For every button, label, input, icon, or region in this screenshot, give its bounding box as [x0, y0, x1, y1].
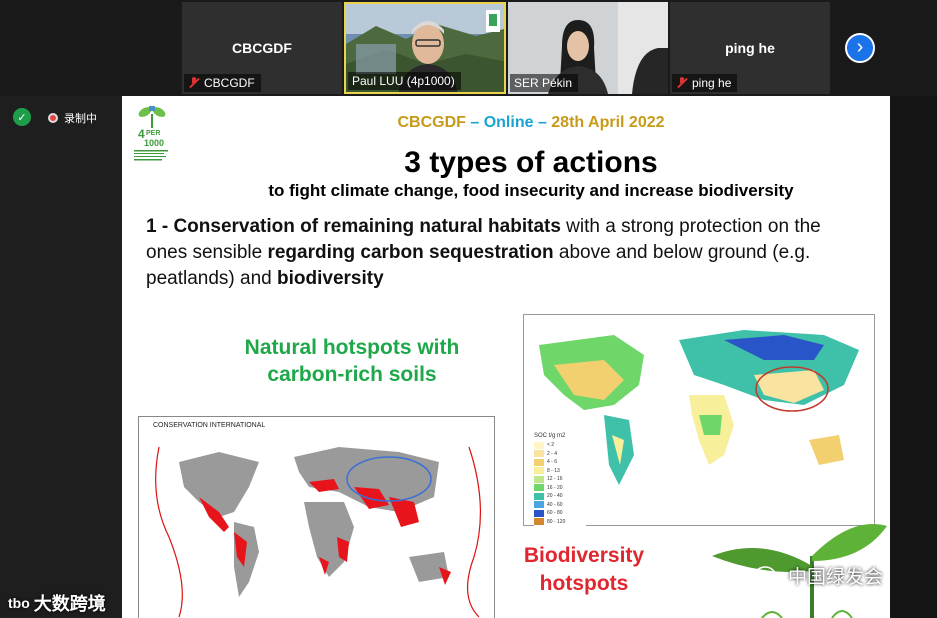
legend-swatch	[534, 484, 544, 492]
biodiversity-hotspots-map: CONSERVATION INTERNATIONAL	[138, 416, 495, 618]
legend-label: 8 - 13	[547, 467, 560, 474]
participant-name: Paul LUU (4p1000)	[352, 74, 455, 88]
slide-subtitle: to fight climate change, food insecurity…	[268, 181, 794, 200]
participant-name-tag: SER Pékin	[510, 74, 579, 92]
soc-legend: SOC t/g m2 < 22 - 4 4 - 68 - 13 12 - 16 16 …	[534, 433, 586, 526]
participant-tile[interactable]: SER Pékin	[508, 2, 668, 94]
bio-line1: Biodiversity	[523, 544, 645, 567]
legend-swatch	[534, 450, 544, 458]
biodiversity-heading: Biodiversity hotspots	[504, 542, 664, 598]
legend-swatch	[534, 475, 544, 483]
participant-tile[interactable]: ping he ping he	[670, 2, 830, 94]
slide-title: 3 types of actions	[404, 146, 658, 179]
brand-watermark-text: 大数跨境	[33, 594, 106, 614]
legend-label: < 2	[547, 442, 555, 449]
legend-swatch	[534, 518, 544, 526]
legend-item: 40 - 60	[534, 501, 586, 510]
legend-label: 60 - 80	[547, 510, 563, 517]
participant-name: ping he	[692, 76, 732, 90]
legend-item: 80 - 120	[534, 518, 586, 527]
legend-swatch	[534, 492, 544, 500]
legend-title: SOC t/g m2	[534, 433, 566, 439]
legend-label: 16 - 20	[547, 484, 563, 491]
para-bold-1: 1 - Conservation of remaining natural ha…	[146, 216, 561, 237]
legend-swatch	[534, 509, 544, 517]
bio-line2: hotspots	[539, 572, 629, 595]
left-panel	[0, 96, 122, 618]
legend-label: 40 - 60	[547, 501, 563, 508]
para-bold-3: regarding carbon sequestration	[267, 242, 554, 263]
legend-label: 80 - 120	[547, 518, 566, 525]
brand-logo-icon: tbo	[8, 595, 30, 611]
recording-indicator[interactable]: 录制中	[48, 110, 97, 126]
para-bold-5: biodiversity	[277, 268, 384, 289]
mic-muted-icon	[188, 77, 200, 89]
right-panel	[890, 96, 937, 618]
participant-name-tag: CBCGDF	[184, 74, 261, 92]
legend-swatch	[534, 467, 544, 475]
record-icon	[48, 113, 58, 123]
soil-carbon-map: SOC t/g m2 < 22 - 4 4 - 68 - 13 12 - 16 16 …	[523, 314, 875, 526]
shield-check-icon[interactable]: ✓	[13, 108, 31, 126]
legend-label: 12 - 16	[547, 476, 563, 483]
header-org: CBCGDF	[397, 114, 466, 131]
slide-header: CBCGDF – Online – 28th April 2022	[122, 114, 890, 132]
legend-item: 16 - 20	[534, 484, 586, 493]
participant-tile[interactable]: CBCGDF CBCGDF	[182, 2, 342, 94]
participant-name-tag: ping he	[672, 74, 738, 92]
participant-name-tag: Paul LUU (4p1000)	[348, 72, 461, 90]
legend-swatch	[534, 458, 544, 466]
participant-tile-active[interactable]: Paul LUU (4p1000)	[344, 2, 506, 94]
legend-swatch	[534, 501, 544, 509]
legend-item: < 2	[534, 441, 586, 450]
green-heading: Natural hotspots with carbon-rich soils	[222, 334, 482, 388]
legend-label: 4 - 6	[547, 459, 558, 466]
legend-item: 8 - 13	[534, 467, 586, 476]
next-page-button[interactable]: ›	[845, 33, 875, 63]
wechat-watermark: 中国绿发会	[754, 562, 883, 589]
legend-item: 12 - 16	[534, 475, 586, 484]
wechat-icon	[754, 565, 782, 586]
header-online: – Online –	[465, 114, 552, 131]
legend-item: 2 - 4	[534, 450, 586, 459]
green-heading-line2: carbon-rich soils	[267, 363, 437, 386]
brand-watermark: tbo 大数跨境	[8, 590, 106, 616]
legend-item: 60 - 80	[534, 509, 586, 518]
participant-center-name: CBCGDF	[232, 40, 292, 56]
header-date: 28th April 2022	[551, 114, 665, 131]
legend-label: 2 - 4	[547, 450, 558, 457]
participant-name: SER Pékin	[514, 76, 573, 90]
participant-name: CBCGDF	[204, 76, 255, 90]
slide-paragraph: 1 - Conservation of remaining natural ha…	[146, 214, 866, 292]
hotspot-world-map	[155, 446, 482, 618]
recording-label: 录制中	[64, 113, 97, 125]
legend-swatch	[534, 441, 544, 449]
wechat-watermark-text: 中国绿发会	[788, 567, 884, 588]
participant-strip: CBCGDF CBCGDF Paul LUU (4p1000) SER Péki…	[0, 0, 937, 96]
legend-item: 20 - 40	[534, 492, 586, 501]
mic-muted-icon	[676, 77, 688, 89]
green-heading-line1: Natural hotspots with	[244, 336, 460, 359]
legend-label: 20 - 40	[547, 493, 563, 500]
chevron-right-icon: ›	[856, 36, 864, 58]
participant-center-name: ping he	[725, 40, 775, 56]
legend-item: 4 - 6	[534, 458, 586, 467]
shared-slide: 4 PER 1000 CBCGDF – Online – 28th April …	[122, 96, 890, 618]
